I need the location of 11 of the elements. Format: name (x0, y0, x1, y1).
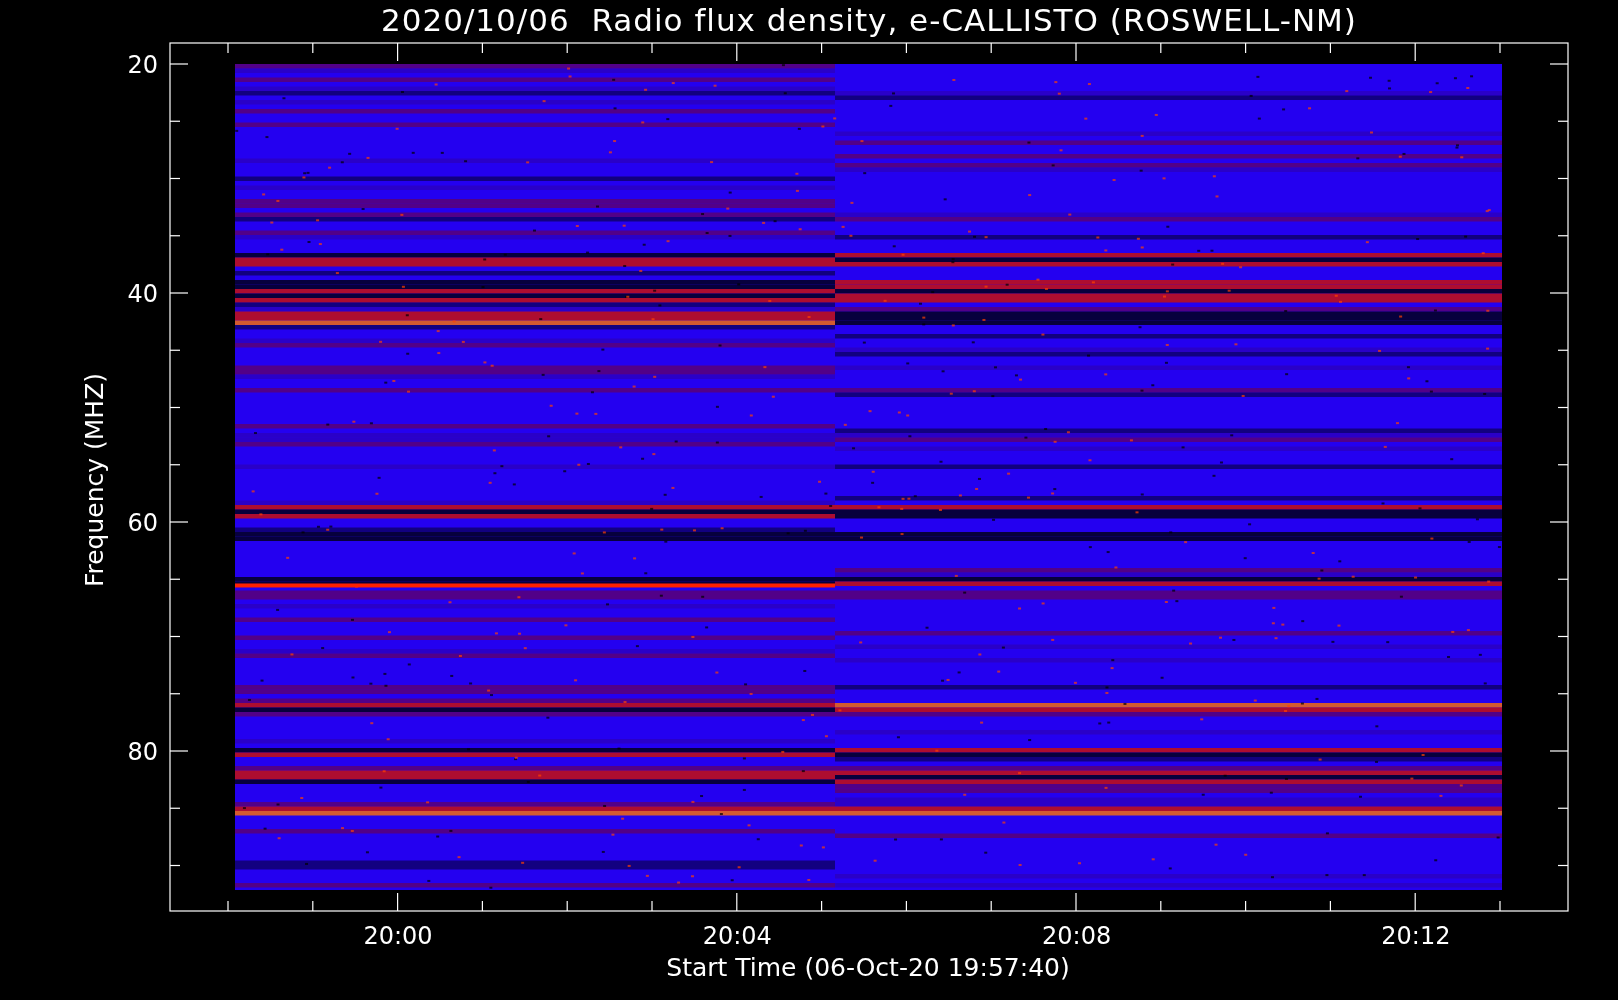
tick-label: 20:08 (1042, 922, 1112, 950)
axis-title: Frequency (MHZ) (80, 372, 109, 588)
tick-label: 20:12 (1381, 922, 1451, 950)
axis-title: Start Time (06-Oct-20 19:57:40) (666, 953, 1070, 982)
tick-label: 20 (127, 51, 158, 79)
tick-label: 80 (127, 738, 158, 766)
tick-label: 60 (127, 509, 158, 537)
tick-label: 20:00 (363, 922, 433, 950)
tick-label: 20:04 (702, 922, 772, 950)
chart-title: 2020/10/06 Radio flux density, e-CALLISTO (ROSWELL-NM) (381, 2, 1357, 38)
tick-label: 40 (127, 280, 158, 308)
